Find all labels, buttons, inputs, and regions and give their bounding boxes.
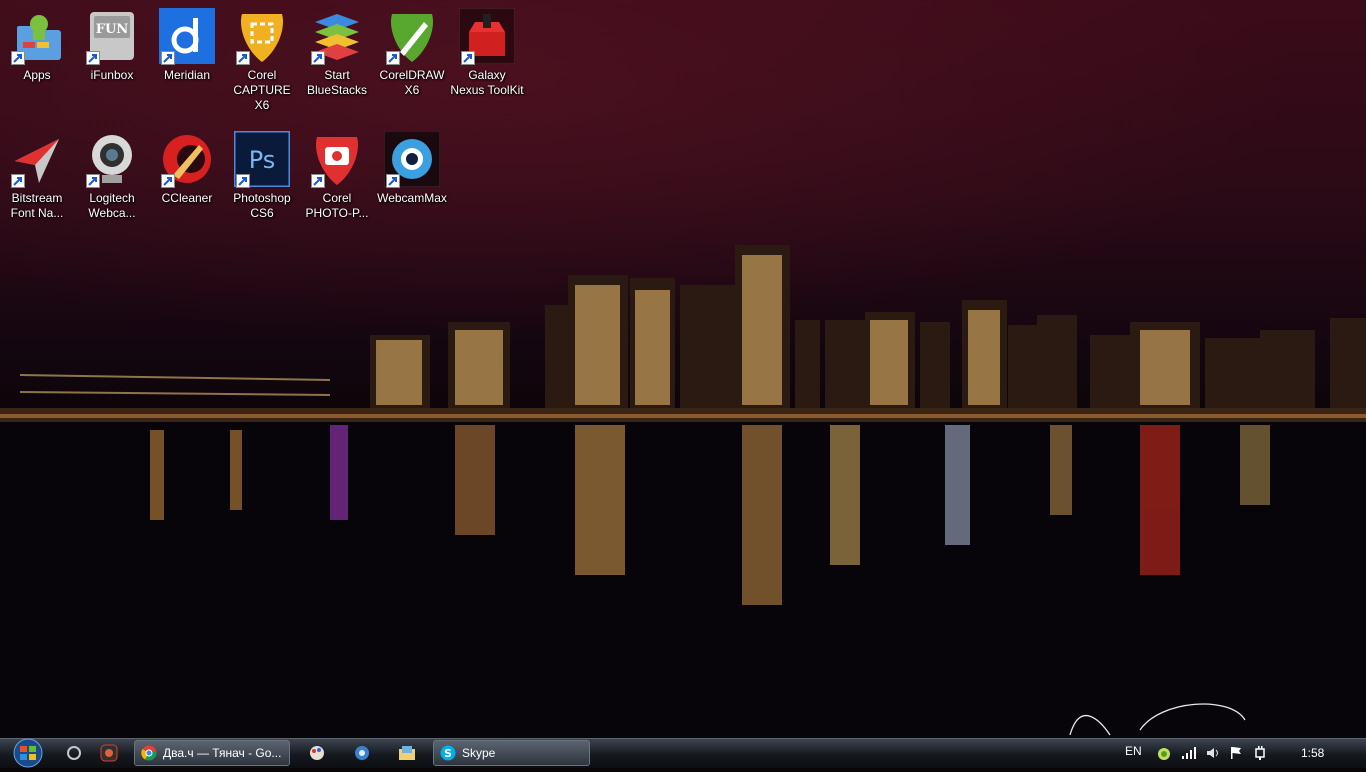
desktop-icon-label: Photoshop CS6 — [233, 191, 291, 220]
svg-text:Ps: Ps — [249, 146, 276, 174]
shortcut-arrow-icon — [11, 51, 25, 65]
desktop-icon-label: Galaxy Nexus ToolKit — [450, 68, 524, 97]
action-center-flag-icon[interactable] — [1228, 745, 1244, 761]
desktop-icon-start-bluestacks[interactable]: Start BlueStacks — [300, 8, 374, 98]
svg-text:S: S — [444, 747, 452, 760]
shortcut-arrow-icon — [161, 174, 175, 188]
shortcut-arrow-icon — [86, 174, 100, 188]
desktop-icon-label: Meridian — [163, 68, 211, 82]
shortcut-arrow-icon — [386, 51, 400, 65]
quicklaunch-icon[interactable] — [98, 741, 120, 766]
desktop-icon-label: Bitstream Font Na... — [10, 191, 64, 220]
taskbar-task-chrome[interactable]: Два.ч — Тянач - Go... — [134, 740, 290, 766]
taskbar-app-icon[interactable] — [396, 741, 418, 766]
network-signal-icon[interactable] — [1181, 745, 1197, 761]
taskbar-app-icon[interactable] — [351, 741, 373, 766]
desktop-icon-ccleaner[interactable]: CCleaner — [150, 131, 224, 206]
shortcut-arrow-icon — [236, 174, 250, 188]
task-label: Два.ч — Тянач - Go... — [163, 746, 282, 760]
switch-windows-icon — [67, 746, 81, 760]
start-button[interactable] — [4, 738, 46, 768]
desktop-icon-webcammax[interactable]: WebcamMax — [375, 131, 449, 206]
taskbar-app-icon[interactable] — [306, 741, 328, 766]
volume-icon[interactable] — [1205, 745, 1221, 761]
shortcut-arrow-icon — [311, 51, 325, 65]
desktop-icon-label: CCleaner — [161, 191, 213, 205]
desktop-icon-corel-capture[interactable]: Corel CAPTURE X6 — [225, 8, 299, 113]
clock[interactable]: 1:58 — [1301, 746, 1324, 760]
desktop-icon-label: iFunbox — [90, 68, 134, 82]
desktop-icon-coreldraw[interactable]: CorelDRAW X6 — [375, 8, 449, 98]
desktop-icon-ifunbox[interactable]: FUN iFunbox — [75, 8, 149, 83]
tray-app-icon[interactable] — [1156, 745, 1172, 761]
shortcut-arrow-icon — [236, 51, 250, 65]
desktop-icon-label: Logitech Webca... — [88, 191, 136, 220]
desktop-icon-meridian[interactable]: Meridian — [150, 8, 224, 83]
internet-icon — [355, 746, 369, 760]
desktop-icon-apps[interactable]: Apps — [0, 8, 74, 83]
language-indicator[interactable]: EN — [1125, 744, 1142, 758]
shortcut-arrow-icon — [461, 51, 475, 65]
taskbar-task-skype[interactable]: S Skype — [433, 740, 590, 766]
desktop-icon-corel-photo-paint[interactable]: Corel PHOTO-P... — [300, 131, 374, 221]
quicklaunch-icon[interactable] — [64, 741, 84, 766]
explorer-folder-icon — [399, 746, 415, 760]
desktop-icon-label: Apps — [23, 68, 51, 82]
desktop-icon-label: Corel PHOTO-P... — [305, 191, 369, 220]
skype-icon: S — [440, 745, 456, 761]
desktop-icon-label: CorelDRAW X6 — [379, 68, 445, 97]
shortcut-arrow-icon — [11, 174, 25, 188]
paint-icon — [310, 746, 324, 760]
shortcut-arrow-icon — [161, 51, 175, 65]
desktop-icon-bitstream-font-navigator[interactable]: Bitstream Font Na... — [0, 131, 74, 221]
desktop-wallpaper — [0, 0, 1366, 768]
desktop-icon-logitech-webcam[interactable]: Logitech Webca... — [75, 131, 149, 221]
chrome-icon — [141, 745, 157, 761]
svg-text:FUN: FUN — [96, 22, 129, 37]
power-plug-icon[interactable] — [1252, 745, 1268, 761]
desktop-icon-photoshop[interactable]: Ps Photoshop CS6 — [225, 131, 299, 221]
media-player-icon — [100, 744, 118, 762]
windows-orb-icon — [13, 738, 43, 768]
task-label: Skype — [462, 746, 496, 760]
desktop-icon-label: Corel CAPTURE X6 — [233, 68, 291, 112]
shortcut-arrow-icon — [311, 174, 325, 188]
desktop-icon-galaxy-nexus-toolkit[interactable]: Galaxy Nexus ToolKit — [450, 8, 524, 98]
shortcut-arrow-icon — [386, 174, 400, 188]
desktop-icon-label: Start BlueStacks — [306, 68, 368, 97]
desktop-icon-label: WebcamMax — [377, 191, 447, 205]
shortcut-arrow-icon — [86, 51, 100, 65]
